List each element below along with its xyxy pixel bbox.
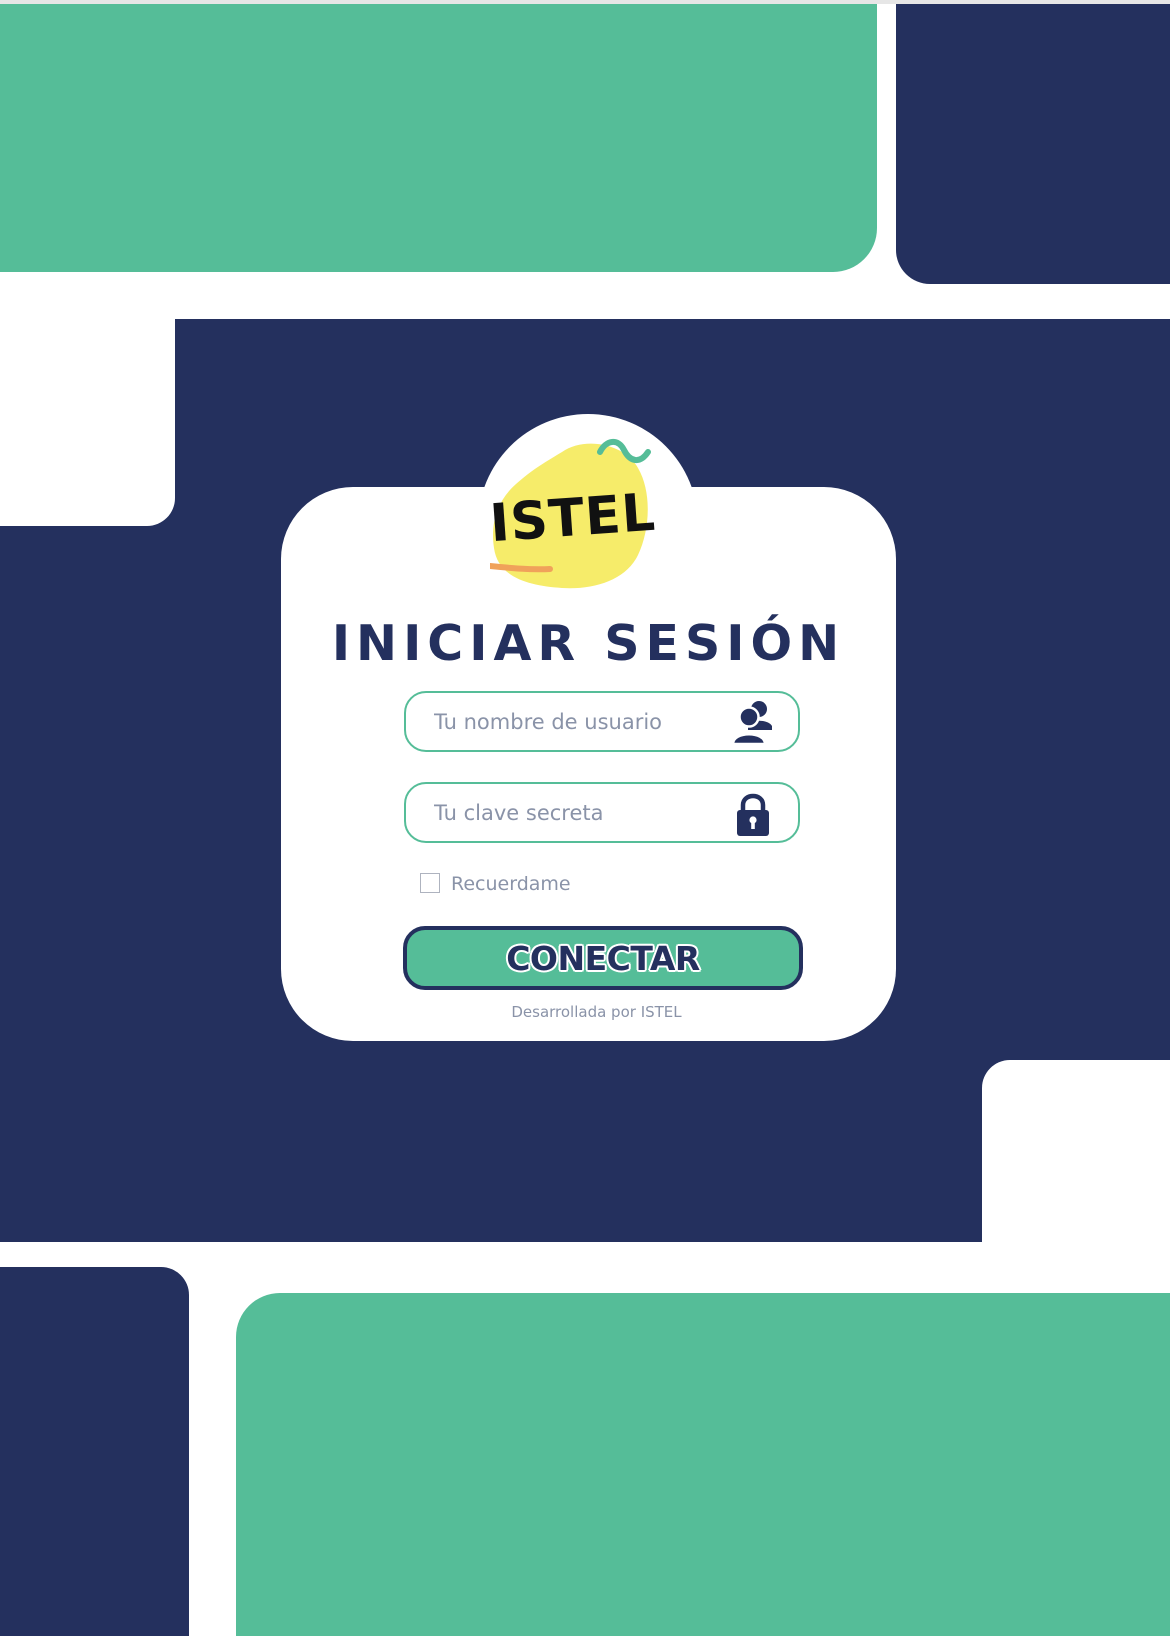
istel-logo: ISTEL (490, 439, 658, 589)
username-field (404, 691, 800, 752)
lock-icon (737, 793, 769, 836)
password-field (404, 782, 800, 843)
username-input[interactable] (434, 693, 724, 750)
connect-button[interactable]: CONECTAR (403, 926, 803, 990)
page-title: INICIAR SESIÓN (331, 615, 846, 672)
password-input[interactable] (434, 784, 724, 841)
decor-teal-top-block (0, 4, 877, 272)
decor-navy-top-right-block (896, 4, 1170, 284)
decor-white-notch-right (982, 1060, 1170, 1242)
decor-white-notch-left (0, 319, 175, 526)
footer-credit: Desarrollada por ISTEL (511, 1003, 682, 1021)
decor-navy-bottom-left-block (0, 1267, 189, 1636)
decor-teal-bottom-block (236, 1293, 1170, 1636)
remember-label: Recuerdame (451, 873, 571, 895)
logo-orange-underline (490, 563, 553, 573)
user-group-icon (731, 701, 772, 746)
logo-text: ISTEL (490, 483, 658, 554)
remember-checkbox[interactable] (420, 873, 440, 893)
